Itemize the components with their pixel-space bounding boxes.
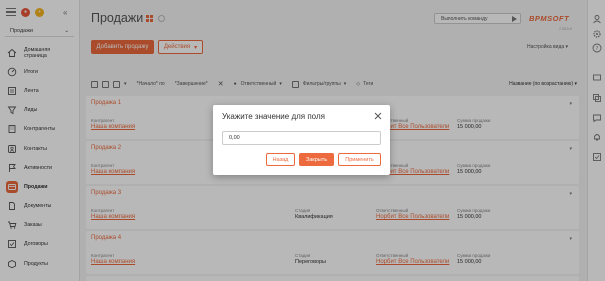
close-icon[interactable]	[374, 112, 382, 120]
value-text: 0,00	[229, 135, 240, 141]
value-input[interactable]: 0,00	[222, 131, 381, 145]
apply-button[interactable]: Применить	[338, 153, 381, 166]
dialog-title: Укажите значение для поля	[222, 112, 325, 121]
close-button[interactable]: Закрыть	[299, 153, 334, 166]
back-button[interactable]: Назад	[266, 153, 295, 166]
value-dialog: Укажите значение для поля 0,00 Назад Зак…	[213, 105, 390, 175]
